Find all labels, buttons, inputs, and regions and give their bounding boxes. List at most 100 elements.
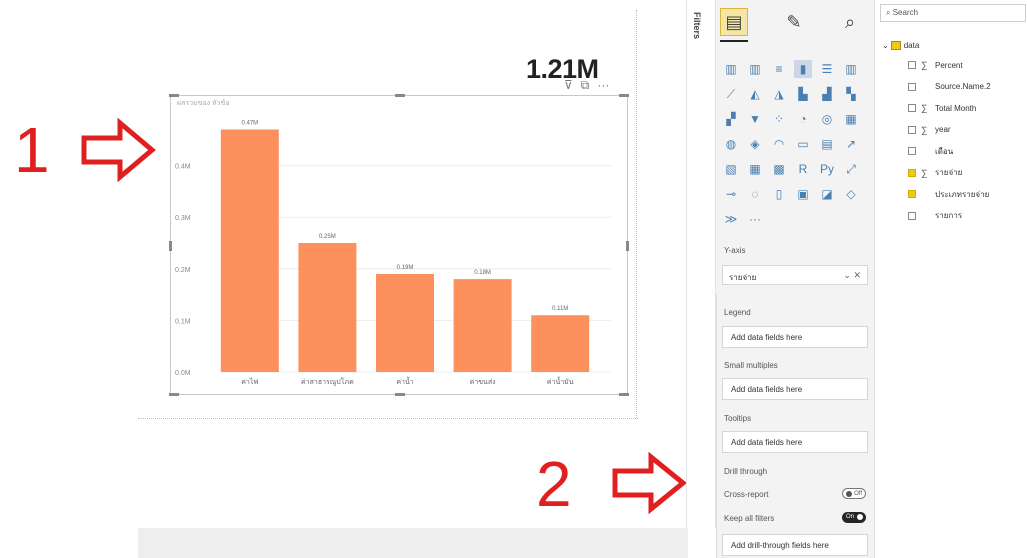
- bar-chart: 0.0M 0.1M 0.2M 0.3M 0.4M 0.47M ค่าไฟ 0.25M ค่าสา…: [175, 120, 611, 386]
- drill-through-label: Drill through: [724, 467, 768, 476]
- card-icon[interactable]: ▭: [794, 135, 812, 153]
- analytics-icon[interactable]: ⌕: [836, 8, 864, 36]
- azure-map-icon[interactable]: ◪: [818, 185, 836, 203]
- filter-icon[interactable]: ⊽: [564, 78, 573, 92]
- data-label: 0.18M: [474, 270, 491, 276]
- field-item[interactable]: รายการ: [908, 209, 962, 223]
- bar: [220, 129, 279, 372]
- search-icon: ⌕: [886, 8, 893, 17]
- filled-map-icon[interactable]: ◈: [746, 135, 764, 153]
- bar-chart-visual[interactable]: ผลรวมของ หัวข้อ 0.0M 0.1M 0.2M 0.3M 0.4M 0.47…: [169, 94, 629, 396]
- cross-report-toggle[interactable]: Off: [842, 488, 866, 499]
- paginated-report-icon[interactable]: ▣: [794, 185, 812, 203]
- pie-chart-icon[interactable]: ◔: [794, 110, 812, 128]
- keep-all-filters-toggle[interactable]: On: [842, 512, 866, 523]
- qa-icon[interactable]: ◌: [746, 185, 764, 203]
- small-multiples-well[interactable]: Add data fields here: [722, 378, 868, 400]
- field-actions-icon[interactable]: ⌄ ✕: [843, 270, 861, 281]
- tooltips-well[interactable]: Add data fields here: [722, 431, 868, 453]
- keep-all-filters-label: Keep all filters: [724, 514, 775, 523]
- power-apps-icon[interactable]: ◇: [842, 185, 860, 203]
- key-influencers-icon[interactable]: ⤢: [842, 160, 860, 178]
- field-checkbox[interactable]: [908, 82, 916, 91]
- field-checkbox[interactable]: [908, 147, 916, 155]
- field-item[interactable]: ∑ รายจ่าย: [908, 166, 962, 180]
- clustered-column-chart-icon[interactable]: ▮: [794, 60, 812, 78]
- filters-pane-collapsed[interactable]: [686, 0, 716, 528]
- fields-search-input[interactable]: ⌕ Search: [880, 4, 1026, 22]
- field-name: รายจ่าย: [935, 168, 963, 177]
- treemap-icon[interactable]: ▦: [842, 110, 860, 128]
- clustered-bar-chart-icon[interactable]: ≡: [770, 60, 788, 78]
- field-checkbox[interactable]: [908, 190, 916, 198]
- field-item[interactable]: Source.Name.2: [908, 80, 991, 94]
- more-visuals-icon[interactable]: ···: [746, 210, 764, 228]
- y-axis-field-well[interactable]: รายจ่าย ⌄ ✕: [722, 265, 868, 285]
- y-tick-label: 0.2M: [175, 267, 191, 274]
- slicer-icon[interactable]: ▧: [722, 160, 740, 178]
- x-tick-label: ค่าน้ำ: [396, 375, 413, 386]
- focus-icon[interactable]: ⧉: [581, 78, 590, 92]
- power-automate-icon[interactable]: ≫: [722, 210, 740, 228]
- x-tick-label: ค่าน้ำมัน: [547, 375, 574, 386]
- area-chart-icon[interactable]: ◭: [746, 85, 764, 103]
- sigma-icon: ∑: [921, 167, 928, 178]
- legend-well[interactable]: Add data fields here: [722, 326, 868, 348]
- stacked-bar-chart-icon[interactable]: ▥: [722, 60, 740, 78]
- bar: [376, 273, 434, 372]
- filters-label[interactable]: Filters: [692, 12, 702, 39]
- kpi-icon[interactable]: ↗: [842, 135, 860, 153]
- field-name: year: [935, 125, 951, 134]
- scatter-chart-icon[interactable]: ⁘: [770, 110, 788, 128]
- python-visual-icon[interactable]: Py: [818, 160, 836, 178]
- gauge-icon[interactable]: ◠: [770, 135, 788, 153]
- data-label: 0.47M: [241, 120, 258, 126]
- more-icon[interactable]: ···: [597, 78, 609, 92]
- 100-stacked-column-chart-icon[interactable]: ▥: [842, 60, 860, 78]
- field-checkbox[interactable]: [908, 104, 916, 112]
- sigma-icon: ∑: [921, 60, 928, 70]
- format-icon[interactable]: ✎: [780, 8, 808, 36]
- field-name: Percent: [935, 60, 963, 70]
- chevron-down-icon[interactable]: ⌄: [882, 41, 889, 50]
- map-icon[interactable]: ◍: [722, 135, 740, 153]
- field-name: Total Month: [935, 103, 977, 113]
- r-visual-icon[interactable]: R: [794, 160, 812, 178]
- waterfall-chart-icon[interactable]: ▞: [722, 110, 740, 128]
- smart-narrative-icon[interactable]: ▯: [770, 185, 788, 203]
- field-item[interactable]: เดือน: [908, 144, 953, 158]
- line-chart-icon[interactable]: ⟋: [722, 85, 740, 103]
- table-node[interactable]: ⌄ data: [882, 38, 919, 52]
- field-checkbox[interactable]: [908, 61, 916, 69]
- table-icon: [890, 40, 901, 50]
- donut-chart-icon[interactable]: ◎: [818, 110, 836, 128]
- y-tick-label: 0.4M: [175, 164, 191, 171]
- stacked-area-chart-icon[interactable]: ◮: [770, 85, 788, 103]
- field-checkbox[interactable]: [908, 211, 916, 220]
- field-item[interactable]: ∑ year: [908, 123, 951, 137]
- data-label: 0.25M: [319, 234, 336, 240]
- field-item[interactable]: ∑ Total Month: [908, 101, 976, 115]
- matrix-icon[interactable]: ▩: [770, 160, 788, 178]
- field-checkbox[interactable]: [908, 125, 916, 134]
- multi-row-card-icon[interactable]: ▤: [818, 135, 836, 153]
- 100-stacked-bar-chart-icon[interactable]: ☰: [818, 60, 836, 78]
- stacked-column-chart-icon[interactable]: ▥: [746, 60, 764, 78]
- funnel-chart-icon[interactable]: ▼: [746, 110, 764, 128]
- field-item[interactable]: ∑ Percent: [908, 58, 963, 72]
- x-tick-label: ค่าสาธารณูปโภค: [301, 377, 354, 386]
- y-tick-label: 0.3M: [175, 215, 191, 222]
- decomposition-tree-icon[interactable]: ⊸: [722, 185, 740, 203]
- field-item[interactable]: ประเภทรายจ่าย: [908, 187, 989, 201]
- ribbon-chart-icon[interactable]: ▚: [842, 85, 860, 103]
- line-stacked-column-chart-icon[interactable]: ▟: [818, 85, 836, 103]
- page-tabs-bar: [138, 528, 688, 558]
- table-icon[interactable]: ▦: [746, 160, 764, 178]
- visual-type-gallery: ▥ ▥ ≡ ▮ ☰ ▥ ⟋ ◭ ◮ ▙ ▟ ▚ ▞ ▼ ⁘ ◔ ◎ ▦ ◍ ◈ …: [722, 60, 863, 231]
- build-visual-icon[interactable]: ▤: [720, 8, 748, 36]
- field-checkbox[interactable]: [908, 168, 916, 177]
- drill-through-well[interactable]: Add drill-through fields here: [722, 534, 868, 556]
- line-column-chart-icon[interactable]: ▙: [794, 85, 812, 103]
- x-tick-label: ค่าขนส่ง: [470, 379, 496, 386]
- sigma-icon: ∑: [921, 124, 928, 135]
